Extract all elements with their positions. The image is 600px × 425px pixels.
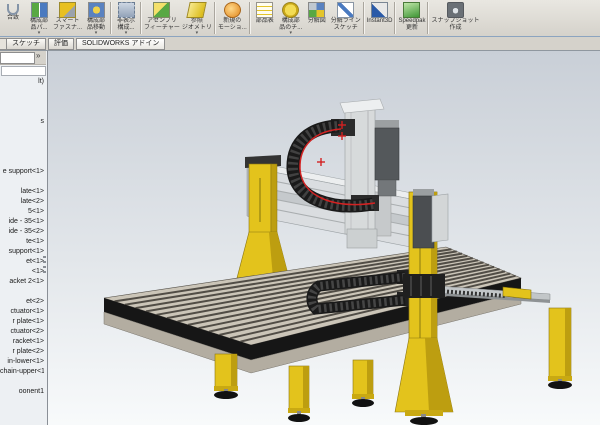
pattern-icon — [30, 2, 48, 18]
tree-item[interactable]: chain-upper<1> — [0, 367, 44, 377]
tree-item[interactable]: late<2> — [0, 197, 44, 207]
chain-clamp — [403, 274, 445, 298]
fastener-icon — [59, 2, 76, 18]
explline-button[interactable]: 分解ライン スケッチ — [330, 0, 362, 36]
toolbar-separator — [427, 2, 430, 34]
tree-item[interactable]: ctuator<2> — [0, 327, 44, 337]
hide-button[interactable]: 非表示 構成... ▾ — [113, 0, 139, 36]
dropdown-arrow-icon[interactable]: ▾ — [125, 31, 128, 36]
graphics-viewport[interactable] — [48, 51, 600, 425]
toolbar-separator — [362, 2, 365, 34]
move-icon — [87, 2, 105, 18]
tree-item[interactable]: s — [0, 117, 45, 127]
tree-item[interactable]: 5<1> — [0, 207, 44, 217]
toolbar-button-label: 分解図 — [307, 18, 326, 24]
explline-icon — [337, 2, 355, 18]
actuator-top-cap — [339, 98, 385, 114]
toolbar-separator — [394, 2, 397, 34]
tab-SOLIDWORKS アドイン[interactable]: SOLIDWORKS アドイン — [76, 38, 166, 50]
speedpak-icon — [403, 2, 421, 18]
mate-button[interactable]: 合致 — [0, 0, 26, 36]
tree-item[interactable]: ide - 35<1> — [0, 217, 44, 227]
panel-overflow-chevron[interactable]: » — [36, 51, 40, 60]
compcheck-button[interactable]: 構成部 品のチ... ▾ — [278, 0, 304, 36]
tree-item[interactable]: et<2> — [0, 297, 44, 307]
y-motor-cap — [413, 189, 434, 196]
snapshot-button[interactable]: スナップショット 作成 — [430, 0, 480, 36]
tree-item[interactable]: late<1> — [0, 187, 44, 197]
instant3d-icon — [371, 2, 389, 18]
toolbar-separator — [248, 2, 251, 34]
tree-item[interactable]: e support<1> — [0, 167, 44, 177]
tree-item[interactable]: ctuator<1> — [0, 307, 44, 317]
toolbar-button-label: スケッチ — [333, 24, 358, 31]
refgeo-icon — [186, 2, 208, 18]
tab-スケッチ[interactable]: スケッチ — [6, 38, 46, 50]
tree-item[interactable]: racket<1> — [0, 337, 44, 347]
toolbar-button-label: フィーチャー — [144, 24, 180, 31]
tree-item[interactable]: r plate<2> — [0, 347, 44, 357]
hide-icon — [117, 2, 135, 18]
tree-item[interactable]: <1> — [0, 267, 44, 277]
dropdown-arrow-icon[interactable]: ▾ — [289, 31, 292, 36]
motion-button[interactable]: 新規の モーショ... — [217, 0, 248, 36]
tree-item[interactable]: r plate<1> — [0, 317, 44, 327]
toolbar-button-label: Instant3D — [366, 18, 393, 24]
toolbar-button-label: 更新 — [405, 24, 418, 31]
toolbar-separator — [110, 2, 113, 34]
dropdown-arrow-icon[interactable]: ▾ — [95, 31, 98, 36]
tree-item[interactable]: lt) — [0, 77, 44, 87]
tree-item[interactable]: oonent1 — [0, 387, 44, 397]
command-manager-tab-row: ·▾▾·▾▾·▾ スケッチ評価SOLIDWORKS アドイン — [0, 37, 600, 87]
bom-button[interactable]: 部品表 — [252, 0, 278, 36]
panel-splitter-grip[interactable] — [43, 256, 46, 274]
move-button[interactable]: 構成部 品移動 ▾ — [83, 0, 109, 36]
feature-manager-panel: » lt) s e support<1> late<1> late<2> 5<1> ide … — [0, 51, 48, 425]
y-motor — [412, 195, 435, 249]
instant3d-button[interactable]: Instant3D — [366, 0, 394, 36]
tree-item[interactable]: et<1> — [0, 257, 44, 267]
dropdown-arrow-icon[interactable]: ▾ — [196, 31, 199, 36]
toolbar-button-label: モーショ... — [217, 24, 247, 31]
dropdown-arrow-icon[interactable]: ▾ — [38, 31, 41, 36]
gantry-machine-model — [103, 98, 572, 425]
solidworks-window: { "colors":{ "accent_yellow":"#e3c31c","… — [0, 0, 600, 425]
feature-tree: lt) s e support<1> late<1> late<2> 5<1> ide - … — [0, 77, 46, 425]
fastener-button[interactable]: スマート ファスナ... — [52, 0, 83, 36]
refgeo-button[interactable]: 参照 ジオメトリ ▾ — [181, 0, 213, 36]
panel-tab-bar: » — [0, 51, 46, 65]
tree-filter-input[interactable] — [1, 66, 46, 76]
bom-icon — [256, 2, 274, 18]
tree-item[interactable]: acket 2<1> — [0, 277, 44, 287]
command-manager-toolbar: 合致 構成部 品パ... ▾ スマート ファスナ... 構成部 品移動 ▾ 非表示 構成... ▾ アセ… — [0, 0, 600, 37]
actuator-lower-plate — [346, 228, 378, 249]
toolbar-separator — [140, 2, 143, 34]
motor-cap — [375, 120, 399, 128]
motor-coupler — [377, 179, 397, 197]
toolbar-button-label: 部品表 — [255, 18, 274, 24]
asmfeat-icon — [153, 2, 171, 18]
tree-item[interactable]: support<1> — [0, 247, 44, 257]
motion-icon — [223, 2, 241, 18]
tree-item[interactable]: te<1> — [0, 237, 44, 247]
toolbar-separator — [213, 2, 216, 34]
y-motor-plate — [431, 193, 449, 243]
mate-icon — [7, 4, 19, 15]
explode-icon — [308, 2, 326, 18]
right-column-foot — [410, 417, 438, 425]
feature-manager-tab[interactable] — [0, 52, 35, 64]
z-motor — [374, 127, 400, 181]
explode-button[interactable]: 分解図 — [304, 0, 330, 36]
asmfeat-button[interactable]: アセンブリ フィーチャー — [143, 0, 181, 36]
tree-item[interactable]: ide - 35<2> — [0, 227, 44, 237]
tree-item[interactable]: in-lower<1> — [0, 357, 44, 367]
toolbar-button-label: ファスナ... — [53, 24, 83, 31]
pattern-button[interactable]: 構成部 品パ... ▾ — [26, 0, 52, 36]
speedpak-button[interactable]: Speedpak 更新 — [397, 0, 426, 36]
toolbar-button-label: 作成 — [449, 24, 462, 31]
tab-評価[interactable]: 評価 — [48, 38, 74, 50]
snapshot-icon — [446, 2, 464, 18]
toolbar-button-label: 合致 — [6, 15, 19, 21]
compcheck-icon — [282, 2, 300, 18]
